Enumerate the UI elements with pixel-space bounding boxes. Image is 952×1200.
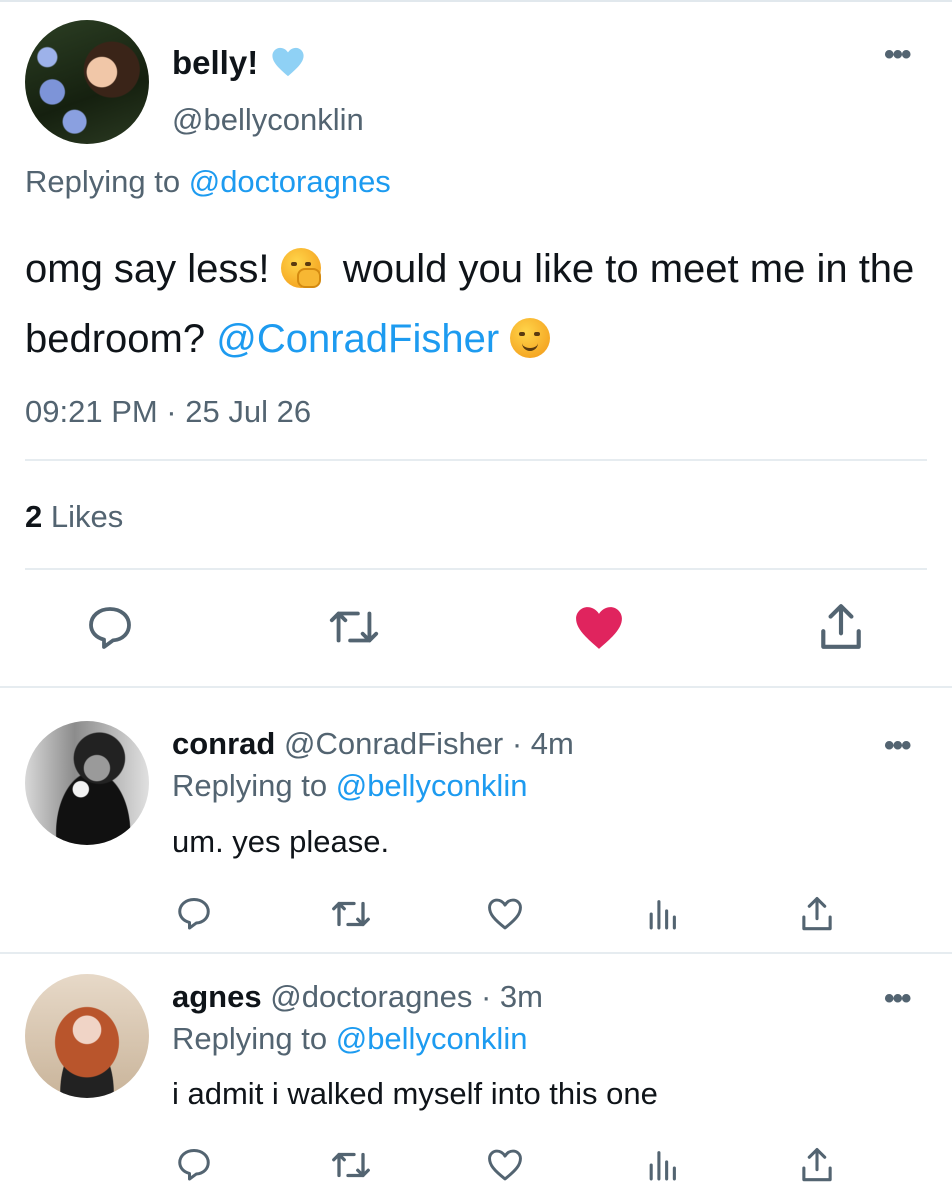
reply-text: i admit i walked myself into this one [172,1076,658,1111]
likes-number: 2 [25,499,43,534]
timestamp[interactable]: 09:21 PM · 25 Jul 26 [25,394,311,430]
replying-label: Replying to [172,768,328,803]
tweet-mention-link[interactable]: @ConradFisher [216,317,499,361]
replying-to-line: Replying to @doctoragnes [25,164,391,200]
share-icon[interactable] [818,602,864,652]
reply-icon[interactable] [175,895,213,931]
share-icon[interactable] [800,1146,834,1184]
divider [25,459,927,461]
smirk-emoji-icon [510,318,551,358]
retweet-icon[interactable] [330,897,372,931]
avatar-agnes[interactable] [25,974,149,1098]
replying-label: Replying to [172,1021,328,1056]
avatar-conrad[interactable] [25,721,149,845]
reply-header: agnes @doctoragnes · 3m [172,979,543,1015]
more-icon[interactable]: ••• [884,729,911,763]
more-icon[interactable]: ••• [884,982,911,1016]
reply-icon[interactable] [175,1146,213,1182]
retweet-icon[interactable] [327,605,381,649]
hand-over-mouth-emoji-icon [280,248,321,288]
likes-label: Likes [50,499,124,534]
replying-label: Replying to [25,164,181,199]
reply-display-name[interactable]: agnes [172,979,262,1014]
replying-to-line: Replying to @bellyconklin [172,768,527,804]
replying-mention-link[interactable]: @bellyconklin [336,768,528,803]
analytics-icon[interactable] [646,897,678,931]
divider [0,686,952,688]
tweet-text-part1: omg say less! [25,247,270,291]
analytics-icon[interactable] [646,1148,678,1182]
retweet-icon[interactable] [330,1148,372,1182]
divider [0,952,952,954]
reply-icon[interactable] [85,603,135,651]
handle[interactable]: @bellyconklin [172,102,364,138]
reply-header: conrad @ConradFisher · 4m [172,726,574,762]
reply-handle-time[interactable]: @ConradFisher · 4m [284,726,574,761]
blue-heart-icon [271,46,305,78]
like-icon[interactable] [486,1148,524,1182]
replying-mention-link[interactable]: @doctoragnes [189,164,391,199]
likes-count[interactable]: 2 Likes [25,499,123,535]
replying-to-line: Replying to @bellyconklin [172,1021,527,1057]
reply-display-name[interactable]: conrad [172,726,275,761]
share-icon[interactable] [800,895,834,933]
avatar-belly[interactable] [25,20,149,144]
more-icon[interactable]: ••• [884,38,911,72]
tweet-text: omg say less! would you like to meet me … [25,234,935,374]
reply-handle-time[interactable]: @doctoragnes · 3m [270,979,543,1014]
reply-text: um. yes please. [172,824,390,859]
replying-mention-link[interactable]: @bellyconklin [336,1021,528,1056]
like-icon[interactable] [574,605,624,651]
top-divider [0,0,952,2]
like-icon[interactable] [486,897,524,931]
display-name[interactable]: belly! [172,44,258,82]
divider [25,568,927,570]
